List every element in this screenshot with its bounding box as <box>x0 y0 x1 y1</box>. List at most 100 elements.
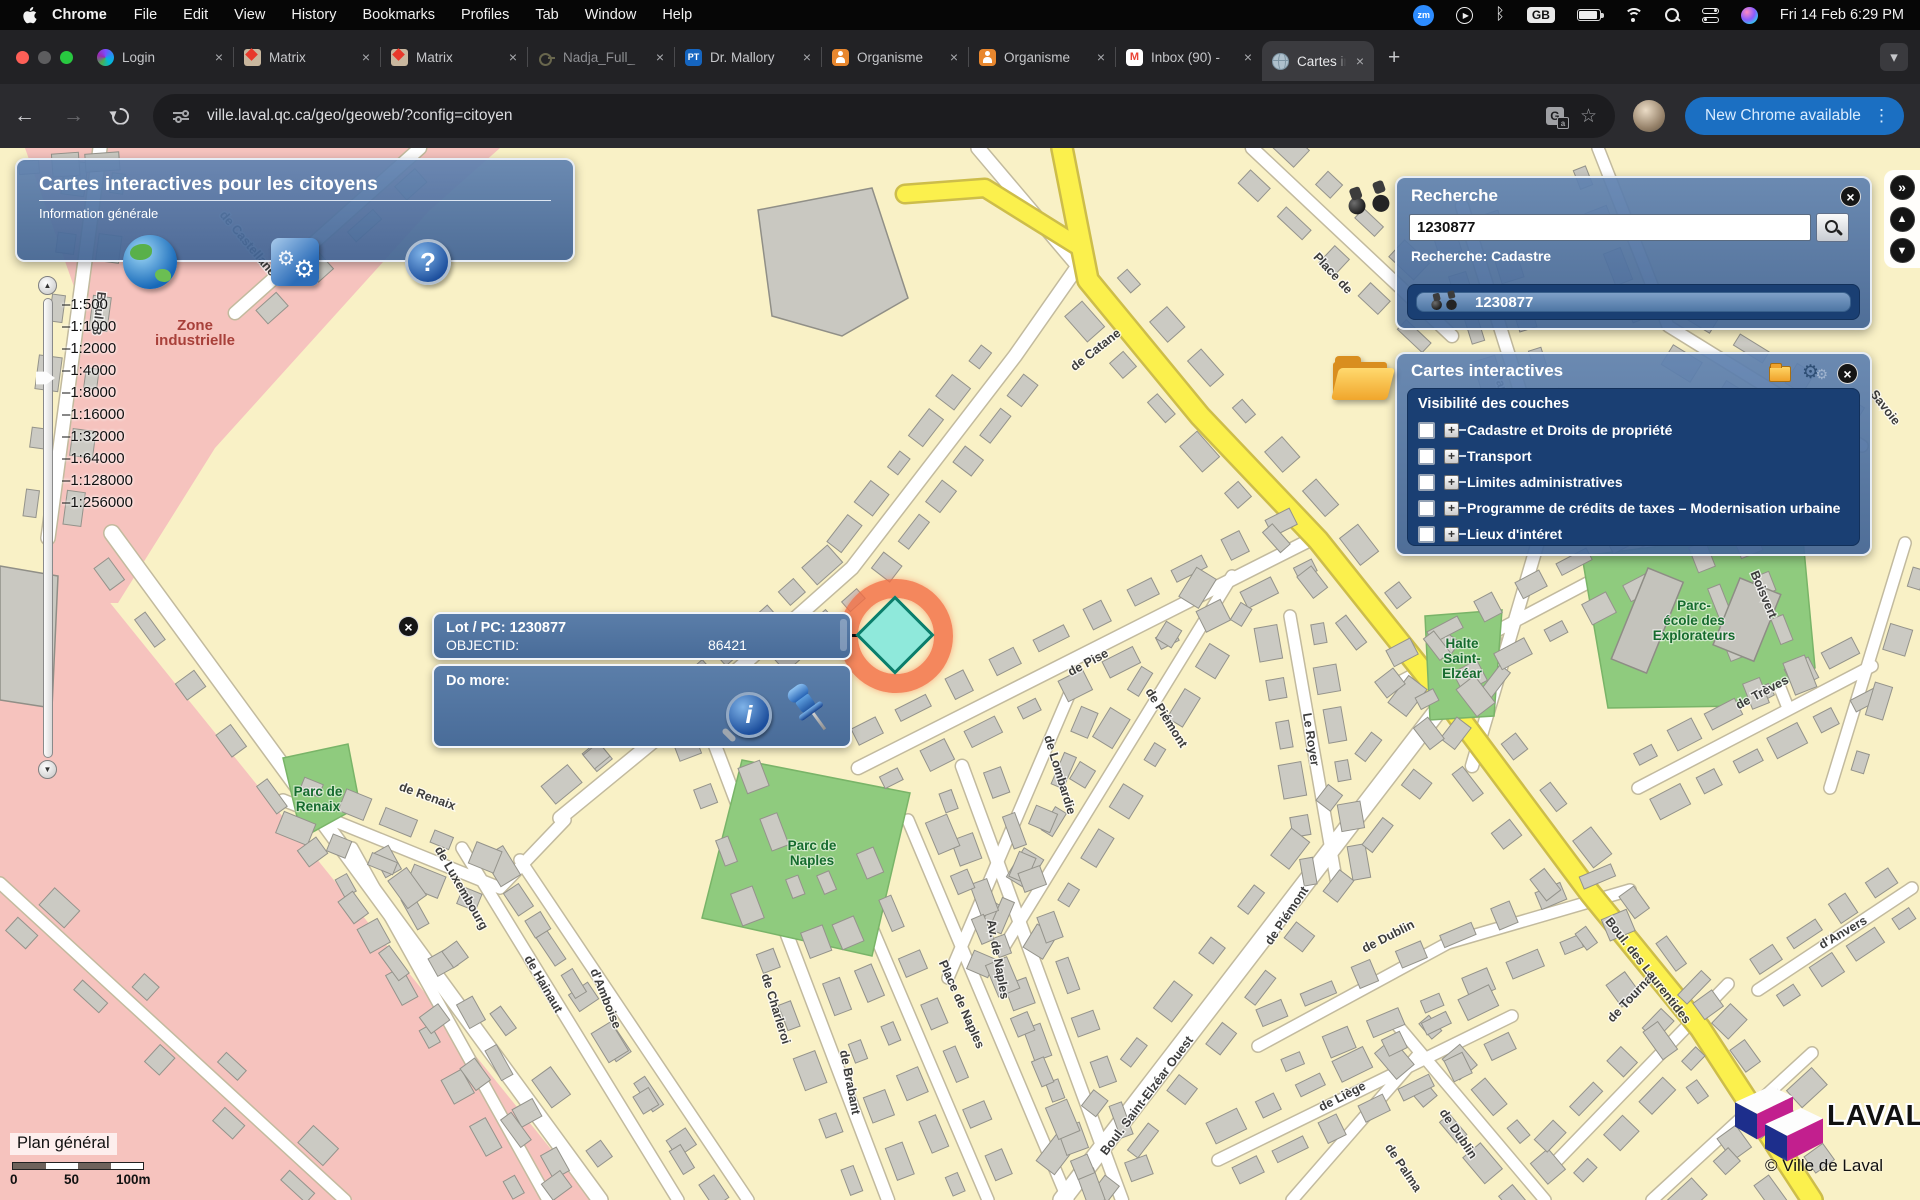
siri-icon[interactable] <box>1741 7 1758 24</box>
layer-settings-icon[interactable]: ⚙⚙ <box>1802 364 1826 384</box>
tab-close-icon[interactable]: × <box>948 49 960 65</box>
tab-cartes-interactives[interactable]: Cartes inter× <box>1262 41 1374 81</box>
menu-window[interactable]: Window <box>572 7 650 23</box>
expand-plus-icon[interactable]: + <box>1444 475 1459 490</box>
tab-organisme-2[interactable]: Organisme× <box>969 38 1115 76</box>
omnibox[interactable]: ville.laval.qc.ca/geo/geoweb/?config=cit… <box>153 94 1615 138</box>
bookmark-star-icon[interactable]: ☆ <box>1580 105 1597 128</box>
area-label: Explorateurs <box>1653 628 1736 643</box>
window-close-button[interactable] <box>16 51 29 64</box>
zoom-in-button[interactable]: ▲ <box>38 276 57 295</box>
help-icon[interactable]: ? <box>405 239 451 285</box>
scale-option[interactable]: –1:128000 <box>62 472 133 494</box>
expand-plus-icon[interactable]: + <box>1444 449 1459 464</box>
tab-close-icon[interactable]: × <box>801 49 813 65</box>
scale-option[interactable]: –1:4000 <box>62 362 133 384</box>
tab-close-icon[interactable]: × <box>360 49 372 65</box>
tab-inbox[interactable]: MInbox (90) -× <box>1116 38 1262 76</box>
settings-cube-icon[interactable]: ⚙⚙ <box>271 238 319 286</box>
menu-bookmarks[interactable]: Bookmarks <box>349 7 448 23</box>
menu-help[interactable]: Help <box>649 7 705 23</box>
search-panel-close-icon[interactable]: × <box>1840 186 1861 207</box>
popup-close-icon[interactable]: × <box>398 616 419 637</box>
tab-close-icon[interactable]: × <box>1242 49 1254 65</box>
menu-history[interactable]: History <box>278 7 349 23</box>
dock-down-button[interactable]: ▼ <box>1890 238 1915 263</box>
chrome-toolbar: ← → ville.laval.qc.ca/geo/geoweb/?config… <box>0 84 1920 148</box>
menu-file[interactable]: File <box>121 7 170 23</box>
tab-close-icon[interactable]: × <box>213 49 225 65</box>
menu-profiles[interactable]: Profiles <box>448 7 522 23</box>
dock-up-button[interactable]: ▲ <box>1890 207 1915 232</box>
play-icon[interactable]: ▶ <box>1456 7 1473 24</box>
layer-checkbox[interactable] <box>1418 500 1435 517</box>
menu-app-name[interactable]: Chrome <box>44 7 121 23</box>
scale-option[interactable]: –1:500 <box>62 296 133 318</box>
scale-option[interactable]: –1:256000 <box>62 494 133 516</box>
control-center-icon[interactable] <box>1702 8 1719 23</box>
tab-dr-mallory[interactable]: PTDr. Mallory× <box>675 38 821 76</box>
layer-checkbox[interactable] <box>1418 526 1435 543</box>
zoom-out-button[interactable]: ▼ <box>38 760 57 779</box>
tab-matrix-1[interactable]: Matrix× <box>234 38 380 76</box>
tab-organisme-1[interactable]: Organisme× <box>822 38 968 76</box>
tab-close-icon[interactable]: × <box>1095 49 1107 65</box>
area-label: Naples <box>790 853 834 868</box>
layer-checkbox[interactable] <box>1418 474 1435 491</box>
scale-option[interactable]: –1:8000 <box>62 384 133 406</box>
wifi-icon[interactable] <box>1623 8 1643 22</box>
layer-checkbox[interactable] <box>1418 448 1435 465</box>
scale-option[interactable]: –1:2000 <box>62 340 133 362</box>
window-controls <box>0 51 87 64</box>
tab-matrix-2[interactable]: Matrix× <box>381 38 527 76</box>
new-tab-button[interactable]: + <box>1374 47 1414 68</box>
tab-search-chevron[interactable]: ▾ <box>1880 43 1908 71</box>
expand-plus-icon[interactable]: + <box>1444 501 1459 516</box>
scale-option[interactable]: –1:16000 <box>62 406 133 428</box>
menu-edit[interactable]: Edit <box>170 7 221 23</box>
laval-logo: LAVAL <box>1735 1086 1915 1148</box>
scale-option[interactable]: –1:64000 <box>62 450 133 472</box>
apple-logo-icon[interactable] <box>14 7 44 24</box>
site-settings-icon[interactable] <box>173 109 189 123</box>
menu-view[interactable]: View <box>221 7 278 23</box>
search-input[interactable] <box>1409 214 1811 241</box>
bluetooth-icon[interactable]: ᛒ <box>1495 6 1505 24</box>
keyboard-layout-badge[interactable]: GB <box>1527 7 1555 23</box>
url-text[interactable]: ville.laval.qc.ca/geo/geoweb/?config=cit… <box>207 107 1546 125</box>
identify-info-icon[interactable]: i <box>726 692 772 738</box>
menu-tab[interactable]: Tab <box>522 7 571 23</box>
profile-avatar[interactable] <box>1633 100 1665 132</box>
zoom-app-icon[interactable]: zm <box>1413 5 1434 26</box>
layer-label: Cadastre et Droits de propriété <box>1467 422 1672 438</box>
layer-checkbox[interactable] <box>1418 422 1435 439</box>
expand-plus-icon[interactable]: + <box>1444 423 1459 438</box>
globe-tool-icon[interactable] <box>123 235 177 289</box>
scale-option[interactable]: –1:1000 <box>62 318 133 340</box>
translate-icon[interactable]: G <box>1546 107 1564 125</box>
spotlight-search-icon[interactable] <box>1665 8 1680 23</box>
tab-close-icon[interactable]: × <box>507 49 519 65</box>
tab-close-icon[interactable]: × <box>1354 53 1366 69</box>
reload-button[interactable] <box>112 108 129 125</box>
tab-close-icon[interactable]: × <box>654 49 666 65</box>
browser-menu-dots-icon[interactable]: ⋮ <box>1873 106 1890 126</box>
open-map-icon[interactable] <box>1769 366 1791 382</box>
search-result-item[interactable]: 1230877 <box>1416 292 1851 312</box>
back-button[interactable]: ← <box>0 104 49 128</box>
forward-button[interactable]: → <box>49 104 98 128</box>
window-minimize-button[interactable] <box>38 51 51 64</box>
zoom-slider-track[interactable] <box>43 298 53 758</box>
tab-login[interactable]: Login× <box>87 38 233 76</box>
collapse-panels-button[interactable]: » <box>1890 175 1915 200</box>
expand-plus-icon[interactable]: + <box>1444 527 1459 542</box>
update-chrome-button[interactable]: New Chrome available ⋮ <box>1685 97 1904 135</box>
scale-option[interactable]: –1:32000 <box>62 428 133 450</box>
search-submit-icon[interactable] <box>1816 213 1849 242</box>
battery-icon[interactable] <box>1577 9 1601 21</box>
popup-scrollbar[interactable] <box>840 619 847 651</box>
window-zoom-button[interactable] <box>60 51 73 64</box>
layers-panel-close-icon[interactable]: × <box>1837 363 1858 384</box>
menu-bar-clock[interactable]: Fri 14 Feb 6:29 PM <box>1780 7 1904 23</box>
tab-nadja[interactable]: Nadja_Full_× <box>528 38 674 76</box>
